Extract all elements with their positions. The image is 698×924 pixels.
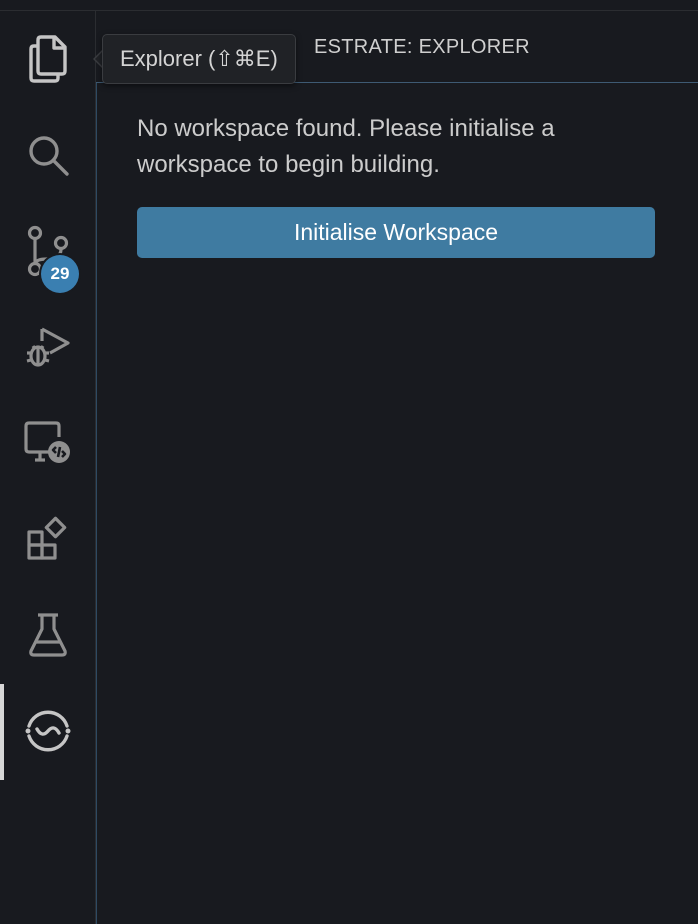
- run-debug-icon: [24, 323, 72, 371]
- empty-workspace-message: No workspace found. Please initialise a …: [137, 115, 555, 178]
- activity-testing[interactable]: [0, 587, 95, 683]
- title-strip: [0, 0, 698, 11]
- search-icon: [26, 133, 70, 177]
- activity-run-debug[interactable]: [0, 299, 95, 395]
- vscode-window: 29 ESTRATE: EXPLORER No workspace found.…: [0, 0, 698, 924]
- extensions-icon: [25, 516, 71, 562]
- activity-extensions[interactable]: [0, 491, 95, 587]
- files-icon: [26, 34, 70, 84]
- sidebar-body: No workspace found. Please initialise a …: [96, 83, 698, 924]
- orchestrate-icon: [23, 706, 73, 756]
- remote-explorer-icon: [23, 419, 73, 467]
- sidebar-title: ESTRATE: EXPLORER: [314, 36, 530, 58]
- activity-remote-explorer[interactable]: [0, 395, 95, 491]
- sidebar: ESTRATE: EXPLORER No workspace found. Pl…: [96, 11, 698, 924]
- activity-search[interactable]: [0, 107, 95, 203]
- source-control-badge: 29: [41, 255, 79, 293]
- activity-bar: 29: [0, 11, 96, 924]
- activity-orchestrate[interactable]: [0, 683, 95, 779]
- explorer-tooltip: Explorer (⇧⌘E): [102, 34, 296, 84]
- activity-explorer[interactable]: [0, 11, 95, 107]
- beaker-icon: [27, 611, 69, 659]
- initialise-workspace-button[interactable]: Initialise Workspace: [137, 207, 655, 258]
